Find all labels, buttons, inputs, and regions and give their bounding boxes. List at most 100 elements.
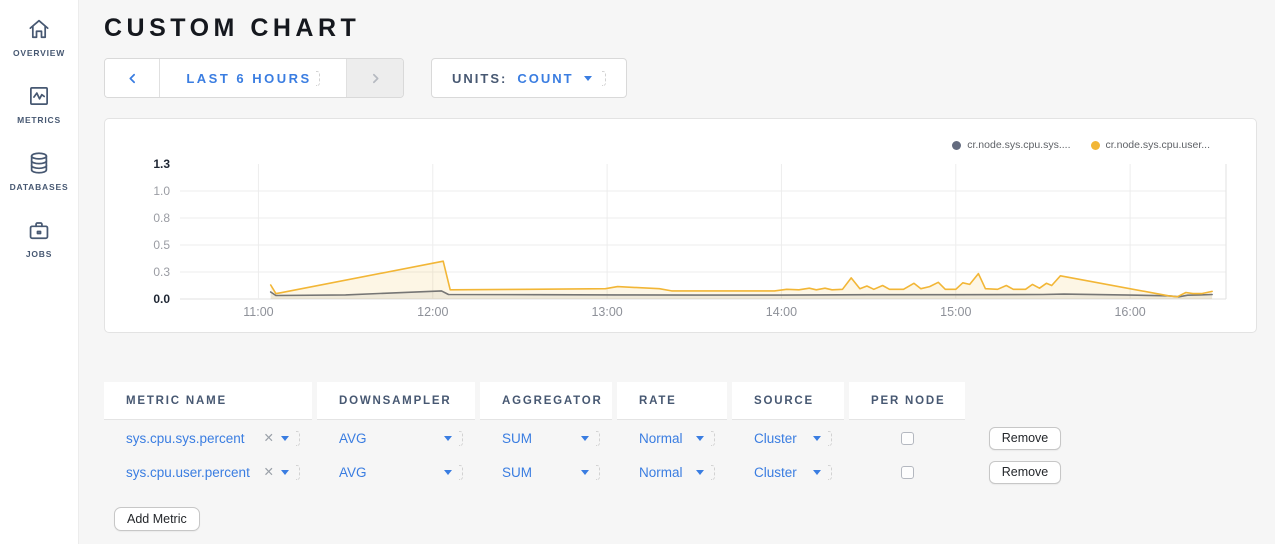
dropdown-tick	[296, 431, 300, 446]
y-axis-tick-label: 1.3	[153, 157, 170, 171]
chevron-down-icon	[581, 436, 589, 441]
column-header-downsampler: DOWNSAMPLER	[317, 382, 475, 420]
legend-item-1[interactable]: cr.node.sys.cpu.user...	[1091, 139, 1210, 151]
column-header-metric-name: METRIC NAME	[104, 382, 312, 420]
chevron-left-icon	[126, 72, 139, 85]
dropdown-tick	[596, 465, 600, 480]
chevron-down-icon	[696, 470, 704, 475]
downsampler-select[interactable]: AVG	[317, 456, 475, 488]
rate-select[interactable]: Normal	[617, 456, 727, 488]
x-axis-tick-label: 14:00	[766, 305, 797, 319]
x-axis-tick-label: 15:00	[940, 305, 971, 319]
x-axis-tick-label: 13:00	[591, 305, 622, 319]
sidebar-item-metrics[interactable]: METRICS	[0, 83, 78, 125]
dropdown-tick	[316, 71, 320, 86]
dropdown-tick	[296, 465, 300, 480]
sidebar-item-label: METRICS	[17, 115, 61, 125]
rate-select-value: Normal	[639, 465, 689, 480]
metric-name-value: sys.cpu.user.percent	[126, 465, 257, 480]
chevron-down-icon	[584, 76, 592, 81]
dropdown-tick	[711, 431, 715, 446]
add-metric-button[interactable]: Add Metric	[114, 507, 200, 531]
sidebar-item-overview[interactable]: OVERVIEW	[0, 16, 78, 58]
dropdown-tick	[711, 465, 715, 480]
dropdown-tick	[828, 465, 832, 480]
rate-select[interactable]: Normal	[617, 422, 727, 454]
page-title: CUSTOM CHART	[104, 14, 1275, 43]
x-axis-tick-label: 16:00	[1114, 305, 1145, 319]
aggregator-select[interactable]: SUM	[480, 422, 612, 454]
briefcase-icon	[26, 217, 52, 243]
database-icon	[26, 150, 52, 176]
downsampler-select-value: AVG	[339, 431, 437, 446]
time-window-selector: LAST 6 HOURS	[104, 58, 404, 98]
chevron-down-icon	[696, 436, 704, 441]
metric-name-value: sys.cpu.sys.percent	[126, 431, 257, 446]
metric-name-dropdown[interactable]: sys.cpu.sys.percent ✕	[104, 422, 312, 454]
y-axis-tick-label: 0.8	[153, 211, 170, 225]
sidebar-item-label: JOBS	[26, 249, 52, 259]
remove-metric-button[interactable]: Remove	[989, 427, 1062, 450]
y-axis-tick-label: 0.0	[153, 292, 170, 306]
sidebar-item-jobs[interactable]: JOBS	[0, 217, 78, 259]
legend-label: cr.node.sys.cpu.user...	[1106, 139, 1210, 151]
legend-item-0[interactable]: cr.node.sys.cpu.sys....	[952, 139, 1070, 151]
column-header-per-node: PER NODE	[849, 382, 965, 420]
chevron-down-icon	[444, 470, 452, 475]
home-icon	[26, 16, 52, 42]
column-header-source: SOURCE	[732, 382, 844, 420]
chart-legend: cr.node.sys.cpu.sys.... cr.node.sys.cpu.u…	[952, 139, 1210, 151]
sidebar-item-databases[interactable]: DATABASES	[0, 150, 78, 192]
units-selector[interactable]: UNITS: COUNT	[431, 58, 627, 98]
source-select-value: Cluster	[754, 465, 806, 480]
downsampler-select[interactable]: AVG	[317, 422, 475, 454]
sidebar-item-label: OVERVIEW	[13, 48, 65, 58]
legend-dot-icon	[952, 141, 961, 150]
source-select[interactable]: Cluster	[732, 456, 844, 488]
aggregator-select[interactable]: SUM	[480, 456, 612, 488]
chevron-right-icon	[369, 72, 382, 85]
time-next-button[interactable]	[347, 59, 403, 97]
per-node-cell	[849, 422, 965, 454]
table-body: sys.cpu.sys.percent ✕ AVG SUM Normal Cluster R…	[104, 422, 1275, 488]
y-axis-tick-label: 0.3	[153, 265, 170, 279]
toolbar: LAST 6 HOURS UNITS: COUNT	[104, 58, 1275, 98]
column-header-actions	[970, 382, 1080, 420]
legend-dot-icon	[1091, 141, 1100, 150]
legend-label: cr.node.sys.cpu.sys....	[967, 139, 1070, 151]
per-node-checkbox[interactable]	[901, 466, 914, 479]
chart-panel: 0.00.30.50.81.01.311:0012:0013:0014:0015…	[104, 118, 1257, 333]
metric-name-dropdown[interactable]: sys.cpu.user.percent ✕	[104, 456, 312, 488]
chevron-down-icon	[813, 436, 821, 441]
per-node-cell	[849, 456, 965, 488]
chevron-down-icon	[281, 436, 289, 441]
main-content: CUSTOM CHART LAST 6 HOURS UNITS: COUNT 0…	[80, 0, 1275, 531]
dropdown-tick	[828, 431, 832, 446]
time-window-button[interactable]: LAST 6 HOURS	[160, 59, 347, 97]
units-value: COUNT	[517, 71, 573, 86]
dropdown-tick	[459, 465, 463, 480]
y-axis-tick-label: 0.5	[153, 238, 170, 252]
row-actions: Remove	[970, 456, 1080, 488]
column-header-rate: RATE	[617, 382, 727, 420]
row-actions: Remove	[970, 422, 1080, 454]
clear-metric-icon[interactable]: ✕	[264, 432, 274, 445]
source-select[interactable]: Cluster	[732, 422, 844, 454]
time-window-label: LAST 6 HOURS	[186, 71, 311, 86]
aggregator-select-value: SUM	[502, 431, 574, 446]
chevron-down-icon	[581, 470, 589, 475]
remove-metric-button[interactable]: Remove	[989, 461, 1062, 484]
chevron-down-icon	[281, 470, 289, 475]
metrics-icon	[26, 83, 52, 109]
time-prev-button[interactable]	[105, 59, 160, 97]
aggregator-select-value: SUM	[502, 465, 574, 480]
dropdown-tick	[602, 71, 606, 86]
source-select-value: Cluster	[754, 431, 806, 446]
x-axis-tick-label: 12:00	[417, 305, 448, 319]
table-row: sys.cpu.user.percent ✕ AVG SUM Normal Cluster…	[104, 456, 1275, 488]
column-header-aggregator: AGGREGATOR	[480, 382, 612, 420]
per-node-checkbox[interactable]	[901, 432, 914, 445]
clear-metric-icon[interactable]: ✕	[264, 466, 274, 479]
sidebar: OVERVIEW METRICS DATABASES JOBS	[0, 0, 79, 544]
y-axis-tick-label: 1.0	[153, 184, 170, 198]
